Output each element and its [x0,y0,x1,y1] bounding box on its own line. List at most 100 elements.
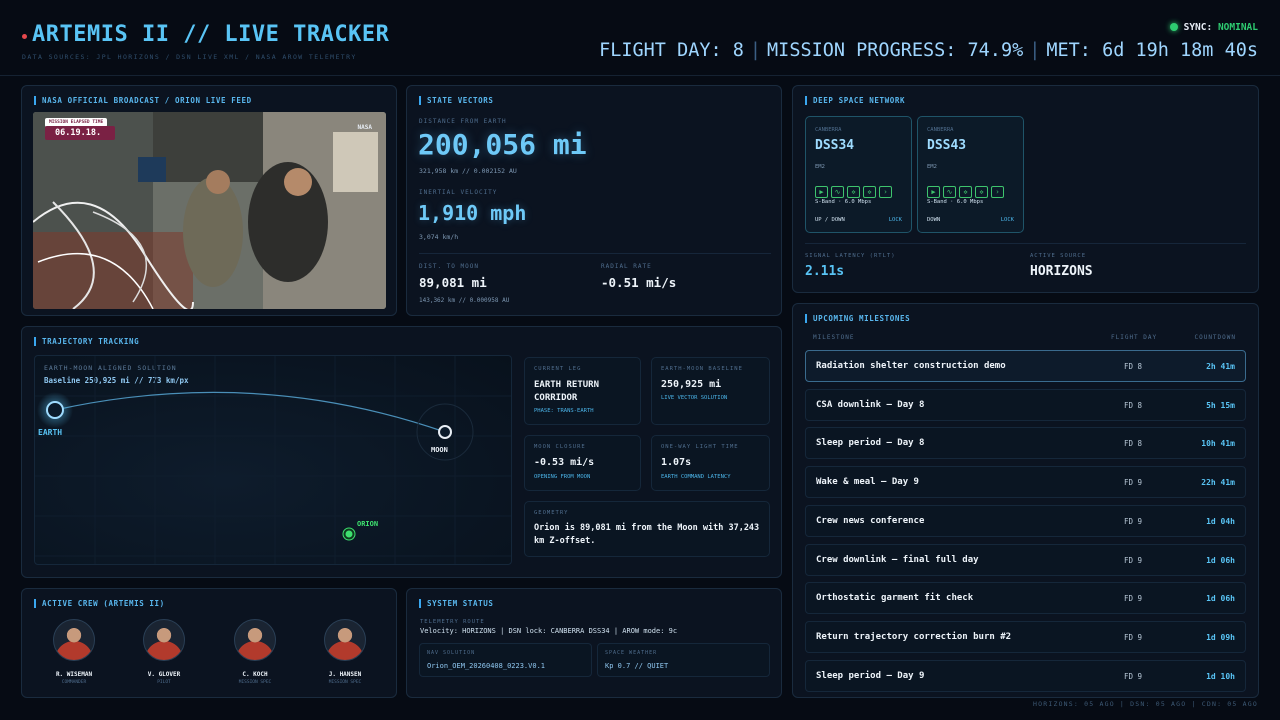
baseline-card: EARTH-MOON BASELINE 250,925 mi LIVE VECT… [651,357,770,425]
separator: | [1029,40,1041,61]
antenna-icon: ▶ [927,186,940,198]
milestone-countdown: 2h 41m [1206,362,1235,371]
milestone-row[interactable]: Crew downlink — final full day FD 9 1d 06h [805,543,1246,576]
moon-closure-sub: OPENING FROM MOON [534,474,591,480]
system-status-panel: SYSTEM STATUS TELEMETRY ROUTE Velocity: … [406,588,782,698]
station-band: S-Band · 6.0 Mbps [927,199,984,205]
current-leg-card: CURRENT LEG EARTH RETURN CORRIDOR PHASE:… [524,357,641,425]
nav-solution-value: Orion_OEM_20260408_0223.V0.1 [427,662,546,670]
crew-member[interactable]: V. GLOVER PILOT [124,619,204,685]
milestone-countdown: 5h 15m [1206,400,1235,410]
nasa-logo: NASA [357,124,372,131]
orion-marker [345,530,353,538]
geometry-value: Orion is 89,081 mi from the Moon with 37… [534,523,760,546]
crew-member[interactable]: C. KOCH MISSION SPEC [215,619,295,685]
live-video-feed[interactable]: MISSION ELAPSED TIME 06.19.18. NASA [33,112,386,309]
crew-member[interactable]: J. HANSEN MISSION SPEC [305,619,385,685]
distance-value: 200,056 mi [418,128,587,161]
crew-panel: ACTIVE CREW (ARTEMIS II) R. WISEMAN COMM… [21,588,397,698]
earth-label: EARTH [38,428,63,437]
station-band: S-Band · 6.0 Mbps [815,199,872,205]
sync-value: NOMINAL [1217,22,1258,33]
flight-day: FLIGHT DAY: 8 [599,40,744,61]
station-spacecraft: EM2 [927,164,937,170]
video-scene [33,112,386,309]
gear-icon: ✲ [847,186,860,198]
sync-status: SYNC: NOMINAL [1169,22,1258,33]
station-status-icons: ▶ ∿ ✲ ✲ › [927,179,1007,198]
trajectory-map[interactable]: EARTH-MOON ALIGNED SOLUTION Baseline 250… [34,355,512,565]
milestone-countdown: 1d 10h [1206,671,1235,681]
milestone-flight-day: FD 8 [1124,400,1143,410]
trajectory-svg [35,356,511,564]
milestone-name: Crew downlink — final full day [816,554,979,565]
broadcast-panel: NASA OFFICIAL BROADCAST / ORION LIVE FEE… [21,85,397,316]
milestone-flight-day: FD 9 [1124,671,1143,681]
milestone-row[interactable]: CSA downlink — Day 8 FD 8 5h 15m [805,388,1246,421]
crew-role: MISSION SPEC [328,680,362,685]
station-name: DSS34 [815,138,855,153]
moon-distance-value: 89,081 mi [419,275,487,290]
distance-label: DISTANCE FROM EARTH [419,118,507,125]
milestone-row[interactable]: Wake & meal — Day 9 FD 9 22h 41m [805,466,1246,499]
latency-label: SIGNAL LATENCY (RTLT) [805,253,896,259]
station-lock: LOCK [888,217,902,223]
avatar [324,619,366,661]
crew-name: J. HANSEN [328,671,362,678]
moon-marker [438,425,452,439]
station-spacecraft: EM2 [815,164,825,170]
milestone-countdown: 10h 41m [1201,439,1235,449]
nav-solution-box: NAV SOLUTION Orion_OEM_20260408_0223.V0.… [419,643,592,677]
baseline-label: EARTH-MOON BASELINE [661,366,743,372]
velocity-label: INERTIAL VELOCITY [419,189,498,196]
baseline-sub: LIVE VECTOR SOLUTION [661,395,728,401]
mission-progress: MISSION PROGRESS: 74.9% [767,40,1024,61]
milestone-flight-day: FD 8 [1124,362,1143,371]
data-sources: DATA SOURCES: JPL HORIZONS / DSN LIVE XM… [22,53,357,61]
dsn-station-dss34[interactable]: CANBERRA DSS34 EM2 ▶ ∿ ✲ ✲ › S-Band · 6.0 Mb… [805,116,912,233]
milestone-name: Return trajectory correction burn #2 [816,631,1012,642]
space-weather-value: Kp 0.7 // QUIET [605,662,669,670]
milestone-row[interactable]: Crew news conference FD 9 1d 04h [805,504,1246,537]
latency-value: 2.11s [805,264,845,279]
station-direction: UP / DOWN [815,217,845,223]
route-label: TELEMETRY ROUTE [420,619,485,625]
light-time-sub: EARTH COMMAND LATENCY [661,474,731,480]
milestone-name: Wake & meal — Day 9 [816,477,919,488]
sync-label: SYNC: [1183,22,1213,33]
dsn-station-dss43[interactable]: CANBERRA DSS43 EM2 ▶ ∿ ✲ ✲ › S-Band · 6.0 Mb… [917,116,1024,233]
divider [419,253,771,254]
sync-dot-icon [1169,23,1178,31]
milestones-title: UPCOMING MILESTONES [805,314,910,323]
milestone-row[interactable]: Radiation shelter construction demo FD 8 2… [805,350,1246,382]
milestone-row[interactable]: Sleep period — Day 8 FD 8 10h 41m [805,427,1246,460]
separator: | [749,40,762,61]
milestone-row[interactable]: Orthostatic garment fit check FD 9 1d 06h [805,582,1246,615]
milestone-name: Radiation shelter construction demo [816,361,1006,371]
milestone-flight-day: FD 9 [1124,555,1143,565]
page-title: ARTEMIS II // LIVE TRACKER [32,22,390,47]
dsn-title: DEEP SPACE NETWORK [805,96,905,105]
distance-sub: 321,958 km // 0.002152 AU [419,167,517,175]
velocity-sub: 3,074 km/h [419,233,459,241]
terminal-icon: › [991,186,1004,198]
milestone-row[interactable]: Sleep period — Day 9 FD 9 1d 10h [805,659,1246,692]
velocity-value: 1,910 mph [418,201,527,225]
milestone-row[interactable]: Return trajectory correction burn #2 FD 9… [805,620,1246,653]
crew-member[interactable]: R. WISEMAN COMMANDER [34,619,114,685]
signal-icon: ∿ [831,186,844,198]
crew-role: MISSION SPEC [238,680,272,685]
moon-closure-value: -0.53 mi/s [534,457,595,468]
light-time-card: ONE-WAY LIGHT TIME 1.07s EARTH COMMAND L… [651,435,770,491]
milestone-flight-day: FD 9 [1124,478,1143,488]
settings-icon: ✲ [863,186,876,198]
geometry-card: GEOMETRY Orion is 89,081 mi from the Moo… [524,501,770,557]
milestone-countdown: 1d 06h [1206,594,1235,604]
milestone-name: Orthostatic garment fit check [816,593,974,604]
station-site: CANBERRA [927,127,954,133]
col-milestone: MILESTONE [813,334,855,341]
moon-closure-card: MOON CLOSURE -0.53 mi/s OPENING FROM MOO… [524,435,641,491]
route-value: Velocity: HORIZONS | DSN lock: CANBERRA … [420,627,678,635]
active-source-value: HORIZONS [1030,264,1093,279]
settings-icon: ✲ [975,186,988,198]
